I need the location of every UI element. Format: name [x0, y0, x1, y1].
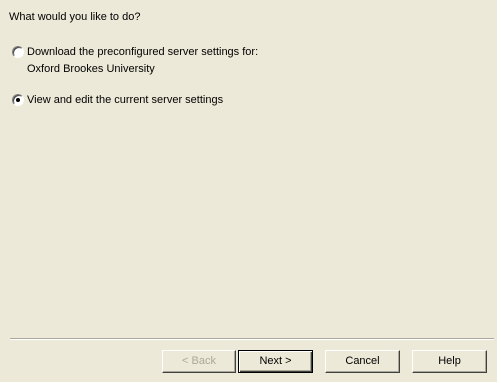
button-separator	[10, 338, 494, 340]
option-download-settings[interactable]: Download the preconfigured server settin…	[12, 45, 258, 76]
institution-name: Oxford Brookes University	[27, 63, 155, 75]
view-edit-settings-radio[interactable]	[12, 94, 24, 106]
option-view-edit-settings[interactable]: View and edit the current server setting…	[12, 93, 223, 107]
prompt-text: What would you like to do?	[9, 11, 141, 23]
cancel-button[interactable]: Cancel	[325, 350, 400, 373]
radio-selected-dot	[16, 98, 20, 102]
download-settings-label[interactable]: Download the preconfigured server settin…	[27, 45, 258, 59]
view-edit-settings-label[interactable]: View and edit the current server setting…	[27, 93, 223, 107]
download-settings-radio[interactable]	[12, 46, 24, 58]
back-button[interactable]: < Back	[162, 350, 236, 373]
next-button[interactable]: Next >	[238, 350, 313, 373]
wizard-dialog: What would you like to do? Download the …	[0, 0, 497, 382]
help-button[interactable]: Help	[412, 350, 487, 373]
